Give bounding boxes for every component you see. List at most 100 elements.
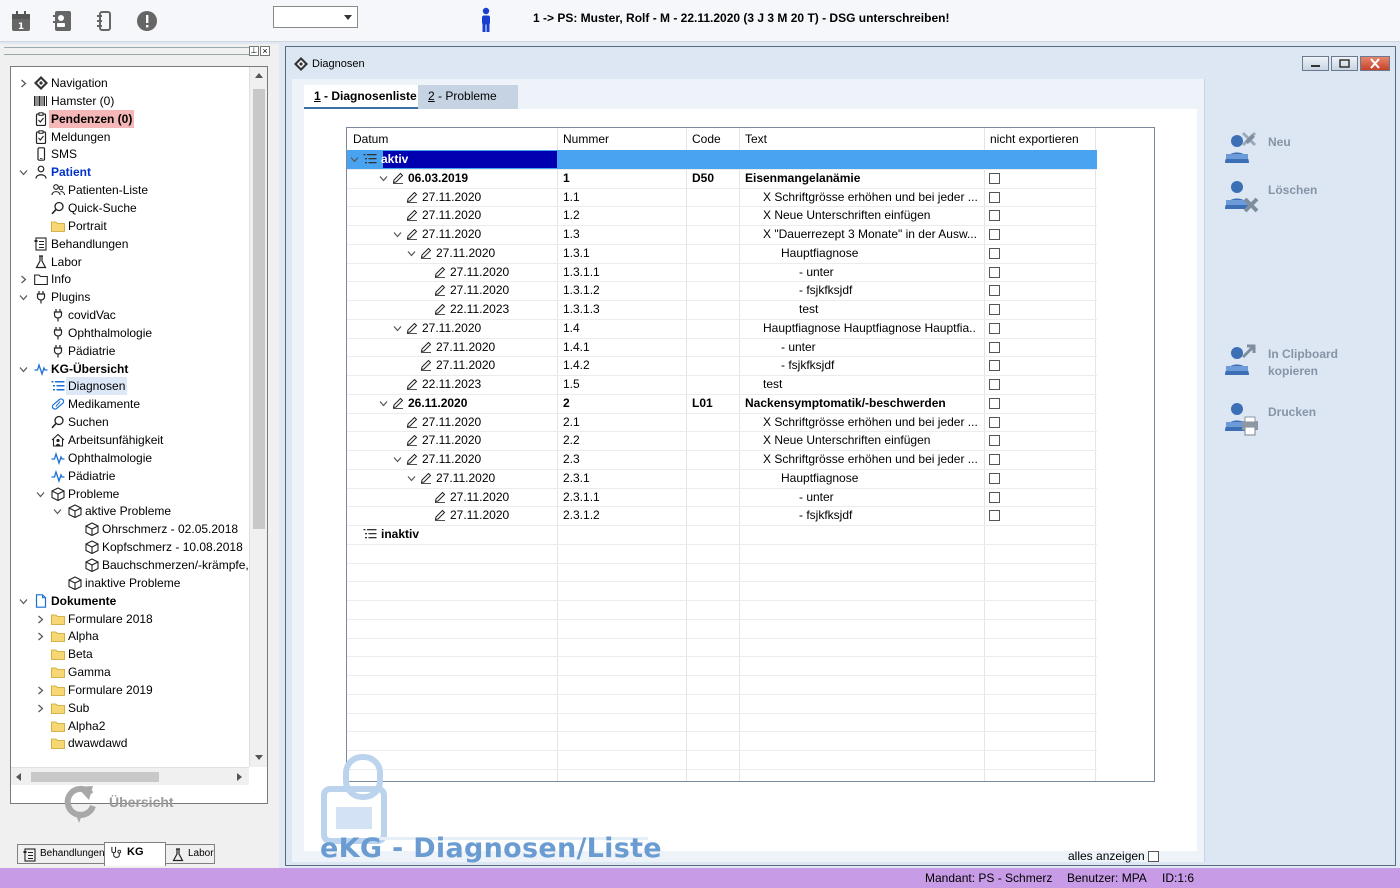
tree-item-behandlungen[interactable]: Behandlungen: [11, 235, 249, 253]
nicht-exportieren-checkbox[interactable]: [989, 435, 1000, 447]
nicht-exportieren-checkbox[interactable]: [989, 247, 1000, 259]
tree-item-sms[interactable]: SMS: [11, 145, 249, 163]
close-button[interactable]: [1360, 56, 1390, 71]
alert-icon[interactable]: [135, 9, 159, 33]
edit-icon[interactable]: [434, 266, 446, 278]
chevron-down-icon[interactable]: [407, 249, 416, 258]
tree-item-bauchschmerzen-krampfe[interactable]: Bauchschmerzen/-krämpfe,: [11, 556, 249, 574]
chevron-right-icon[interactable]: [36, 615, 45, 624]
column-header-datum[interactable]: Datum: [347, 128, 388, 150]
tree-item-padiatrie[interactable]: Pädiatrie: [11, 467, 249, 485]
calendar-icon[interactable]: 1: [9, 9, 33, 33]
edit-icon[interactable]: [406, 322, 418, 334]
tree-item-info[interactable]: Info: [11, 270, 249, 288]
chevron-right-icon[interactable]: [36, 704, 45, 713]
edit-icon[interactable]: [434, 491, 446, 503]
tree-item-alpha2[interactable]: Alpha2: [11, 717, 249, 735]
group-row-aktiv[interactable]: aktiv: [347, 150, 1154, 169]
table-row[interactable]: 27.11.2020 2.1 X Schriftgrösse erhöhen und…: [347, 413, 1154, 432]
close-icon[interactable]: ×: [260, 46, 270, 56]
nicht-exportieren-checkbox[interactable]: [989, 379, 1000, 390]
chevron-right-icon[interactable]: [36, 686, 45, 695]
tree-item-medikamente[interactable]: Medikamente: [11, 395, 249, 413]
edit-icon[interactable]: [406, 416, 418, 428]
nicht-exportieren-checkbox[interactable]: [989, 172, 1000, 184]
contact-card-icon[interactable]: [51, 9, 75, 33]
column-header-nummer[interactable]: Nummer: [557, 128, 609, 150]
tree-item-dokumente[interactable]: Dokumente: [11, 592, 249, 610]
chevron-right-icon[interactable]: [19, 275, 28, 284]
list-icon[interactable]: [93, 9, 117, 33]
group-row-inaktiv[interactable]: inaktiv: [347, 525, 1154, 544]
tree-item-formulare-2018[interactable]: Formulare 2018: [11, 610, 249, 628]
scroll-right-icon[interactable]: [237, 773, 242, 781]
tree-vertical-scrollbar[interactable]: [249, 67, 267, 767]
tree-item-beta[interactable]: Beta: [11, 645, 249, 663]
edit-icon[interactable]: [434, 509, 446, 522]
action-neu-button[interactable]: Neu: [1223, 129, 1393, 169]
tree-item-dwawdawd[interactable]: dwawdawd: [11, 734, 249, 752]
nicht-exportieren-checkbox[interactable]: [989, 416, 1000, 428]
column-header-nicht-exportieren[interactable]: nicht exportieren: [984, 128, 1079, 150]
chevron-down-icon[interactable]: [19, 293, 28, 302]
tree-item-diagnosen[interactable]: Diagnosen: [11, 377, 249, 396]
nicht-exportieren-checkbox[interactable]: [989, 191, 1000, 203]
tree-item-kopfschmerz-10-08-2018[interactable]: Kopfschmerz - 10.08.2018: [11, 538, 249, 556]
table-row[interactable]: 27.11.2020 1.3 X "Dauerrezept 3 Monate" in…: [347, 225, 1154, 244]
bottom-tab-behandlungen[interactable]: Behandlungen: [17, 844, 105, 864]
chevron-down-icon[interactable]: [36, 490, 45, 499]
column-header-code[interactable]: Code: [686, 128, 721, 150]
edit-icon[interactable]: [420, 341, 432, 353]
tree-item-alpha[interactable]: Alpha: [11, 627, 249, 645]
scrollbar-thumb[interactable]: [253, 89, 265, 529]
table-row[interactable]: 27.11.2020 2.3.1 Hauptfiagnose: [347, 469, 1154, 488]
table-row[interactable]: 27.11.2020 1.4 Hauptfiagnose Hauptfiagnose…: [347, 319, 1154, 338]
nicht-exportieren-checkbox[interactable]: [989, 229, 1000, 240]
nicht-exportieren-checkbox[interactable]: [989, 472, 1000, 484]
table-row[interactable]: 27.11.2020 1.3.1 Hauptfiagnose: [347, 244, 1154, 263]
bottom-tab-labor[interactable]: Labor: [165, 844, 215, 864]
tree-item-hamster-0[interactable]: Hamster (0): [11, 92, 249, 110]
tree-item-formulare-2019[interactable]: Formulare 2019: [11, 681, 249, 699]
table-row[interactable]: 27.11.2020 2.3.1.1 - unter: [347, 488, 1154, 507]
table-row[interactable]: 22.11.2023 1.3.1.3 test: [347, 300, 1154, 319]
show-all-toggle[interactable]: alles anzeigen: [1068, 849, 1159, 863]
table-row[interactable]: 26.11.2020 2 L01 Nackensymptomatik/-beschwe…: [347, 394, 1154, 413]
table-row[interactable]: 06.03.2019 1 D50 Eisenmangelanämie: [347, 169, 1154, 188]
scroll-up-icon[interactable]: [255, 73, 263, 78]
tree-item-portrait[interactable]: Portrait: [11, 217, 249, 235]
bottom-tab-kg[interactable]: KG: [104, 842, 166, 866]
action-loschen-button[interactable]: Löschen: [1223, 177, 1393, 217]
nicht-exportieren-checkbox[interactable]: [989, 491, 1000, 503]
pin-icon[interactable]: ⊥: [249, 46, 259, 56]
tab-diagnosenliste[interactable]: 1 - Diagnosenliste: [304, 85, 418, 109]
edit-icon[interactable]: [392, 172, 404, 184]
scrollbar-thumb[interactable]: [31, 772, 159, 782]
chevron-down-icon[interactable]: [379, 174, 388, 183]
chevron-down-icon[interactable]: [19, 365, 28, 374]
edit-icon[interactable]: [420, 472, 432, 484]
edit-icon[interactable]: [434, 303, 446, 315]
table-row[interactable]: 27.11.2020 2.3 X Schriftgrösse erhöhen und…: [347, 450, 1154, 469]
chevron-down-icon[interactable]: [393, 230, 402, 239]
action-in-clipboard-kopieren-button[interactable]: In Clipboard kopieren: [1223, 341, 1393, 381]
edit-icon[interactable]: [406, 453, 418, 465]
tree-item-patienten-liste[interactable]: Patienten-Liste: [11, 181, 249, 199]
table-row[interactable]: 27.11.2020 2.3.1.2 - fsjkfksjdf: [347, 506, 1154, 525]
chevron-down-icon[interactable]: [19, 168, 28, 177]
tree-item-inaktive-probleme[interactable]: inaktive Probleme: [11, 574, 249, 592]
tree-item-ophthalmologie[interactable]: Ophthalmologie: [11, 324, 249, 342]
edit-icon[interactable]: [406, 378, 418, 390]
tree-item-ohrschmerz-02-05-2018[interactable]: Ohrschmerz - 02.05.2018: [11, 520, 249, 538]
nicht-exportieren-checkbox[interactable]: [989, 397, 1000, 409]
scroll-down-icon[interactable]: [255, 755, 263, 760]
tree-item-probleme[interactable]: Probleme: [11, 485, 249, 503]
table-row[interactable]: 27.11.2020 1.3.1.2 - fsjkfksjdf: [347, 281, 1154, 300]
scroll-left-icon[interactable]: [16, 773, 21, 781]
nicht-exportieren-checkbox[interactable]: [989, 266, 1000, 278]
chevron-down-icon[interactable]: [379, 399, 388, 408]
nicht-exportieren-checkbox[interactable]: [989, 510, 1000, 522]
chevron-down-icon[interactable]: [393, 324, 402, 333]
tree-item-ophthalmologie[interactable]: Ophthalmologie: [11, 449, 249, 467]
tree-item-quick-suche[interactable]: Quick-Suche: [11, 199, 249, 217]
